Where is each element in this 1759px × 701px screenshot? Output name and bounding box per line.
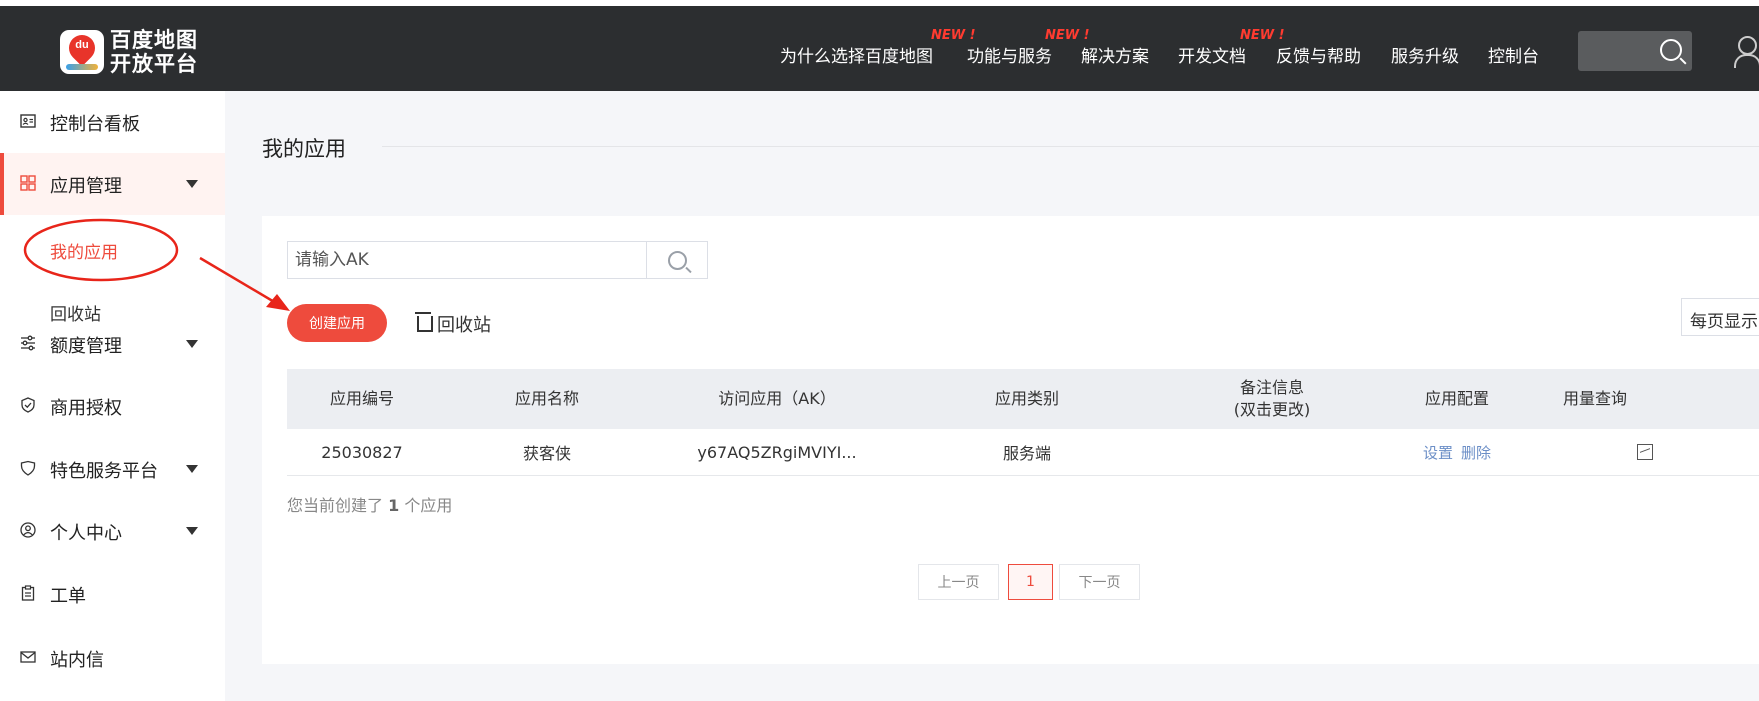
trash-icon xyxy=(415,312,433,332)
ak-search-input[interactable] xyxy=(287,241,647,279)
sliders-icon xyxy=(21,335,35,351)
new-badge: NEW ! xyxy=(1045,28,1090,43)
sidebar-item-console-dashboard[interactable]: 控制台看板 xyxy=(0,91,225,153)
col-app-name: 应用名称 xyxy=(514,389,579,408)
sidebar-sub-my-apps[interactable]: 我的应用 xyxy=(50,238,118,263)
clipboard-icon xyxy=(21,585,35,601)
sidebar-item-messages[interactable]: 站内信 xyxy=(0,627,225,689)
main-content: 我的应用 创建应用 回收站 每页显示 应用编号 应用名称 访问应用（AK） 应用… xyxy=(225,91,1759,701)
map-pin-logo-icon: du xyxy=(60,29,104,74)
nav-feedback-help[interactable]: 反馈与帮助 xyxy=(1276,42,1361,67)
page-title: 我的应用 xyxy=(262,137,346,161)
sidebar-item-personal-center[interactable]: 个人中心 xyxy=(0,500,225,562)
logo-text: 百度地图 开放平台 xyxy=(110,28,198,76)
search-icon xyxy=(668,251,687,270)
col-note: 备注信息 (双击更改) xyxy=(1233,378,1311,419)
nav-service-upgrade[interactable]: 服务升级 xyxy=(1391,42,1459,67)
title-divider xyxy=(382,146,1759,147)
cell-app-name: 获客侠 xyxy=(522,444,571,463)
next-page-button[interactable]: 下一页 xyxy=(1059,564,1140,600)
chevron-down-icon xyxy=(186,527,198,535)
create-app-button[interactable]: 创建应用 xyxy=(287,304,387,342)
col-usage-query: 用量查询 xyxy=(1562,389,1627,408)
page-1-button[interactable]: 1 xyxy=(1008,564,1053,600)
apps-card: 创建应用 回收站 每页显示 应用编号 应用名称 访问应用（AK） 应用类别 备注… xyxy=(262,216,1759,664)
ak-search-button[interactable] xyxy=(646,241,708,279)
sidebar-item-featured-services[interactable]: 特色服务平台 xyxy=(0,438,225,500)
global-search-box[interactable] xyxy=(1578,31,1692,71)
table-header: 应用编号 应用名称 访问应用（AK） 应用类别 备注信息 (双击更改) 应用配置… xyxy=(287,369,1759,429)
cell-note[interactable] xyxy=(1182,429,1362,475)
new-badge: NEW ! xyxy=(1240,28,1285,43)
sidebar: 控制台看板 应用管理 我的应用 回收站 额度管理 商用授权 特色服务平台 个人中… xyxy=(0,91,225,701)
sidebar-item-work-order[interactable]: 工单 xyxy=(0,563,225,625)
recycle-bin-link[interactable]: 回收站 xyxy=(415,311,491,337)
chevron-down-icon xyxy=(186,465,198,473)
nav-why-baidu-map[interactable]: 为什么选择百度地图 xyxy=(780,42,933,67)
usage-chart-icon[interactable] xyxy=(1637,444,1653,460)
new-badge: NEW ! xyxy=(931,28,976,43)
cell-ak[interactable]: y67AQ5ZRgiMVIYI... xyxy=(682,429,872,475)
mail-icon xyxy=(20,651,36,663)
user-icon[interactable] xyxy=(1734,36,1759,68)
id-card-icon xyxy=(20,114,36,128)
shield-check-icon xyxy=(21,397,35,413)
grid-icon xyxy=(20,175,36,191)
nav-dev-docs[interactable]: NEW ! 开发文档 xyxy=(1178,28,1285,67)
config-settings-link[interactable]: 设置 xyxy=(1423,442,1453,463)
nav-console[interactable]: 控制台 xyxy=(1488,42,1539,67)
table-row: 25030827 获客侠 y67AQ5ZRgiMVIYI... 服务端 设置 删… xyxy=(287,429,1759,476)
prev-page-button[interactable]: 上一页 xyxy=(918,564,999,600)
baidu-map-logo[interactable]: du 百度地图 开放平台 xyxy=(58,24,204,78)
cell-app-type: 服务端 xyxy=(1002,444,1051,463)
col-app-config: 应用配置 xyxy=(1424,389,1489,408)
sidebar-item-app-management[interactable]: 应用管理 xyxy=(0,153,225,215)
nav-features-services[interactable]: NEW ! 功能与服务 xyxy=(931,28,1052,67)
search-icon[interactable] xyxy=(1660,39,1682,61)
heart-shield-icon xyxy=(20,460,36,476)
per-page-select[interactable]: 每页显示 xyxy=(1681,298,1759,336)
col-app-type: 应用类别 xyxy=(994,389,1059,408)
cell-app-config: 设置 删除 xyxy=(1382,429,1532,475)
top-bar: du 百度地图 开放平台 为什么选择百度地图 NEW ! 功能与服务 NEW !… xyxy=(0,0,1759,91)
cell-app-id: 25030827 xyxy=(321,442,403,462)
cell-usage-query xyxy=(1615,429,1675,475)
col-ak: 访问应用（AK） xyxy=(718,389,836,408)
sidebar-item-quota-management[interactable]: 额度管理 xyxy=(0,313,225,375)
config-delete-link[interactable]: 删除 xyxy=(1461,442,1491,463)
nav-solutions[interactable]: NEW ! 解决方案 xyxy=(1045,28,1149,67)
sidebar-item-commercial-license[interactable]: 商用授权 xyxy=(0,375,225,437)
col-app-id: 应用编号 xyxy=(329,389,394,408)
chevron-down-icon xyxy=(186,340,198,348)
app-count-summary: 您当前创建了 1 个应用 xyxy=(287,496,453,515)
user-circle-icon xyxy=(20,522,36,538)
chevron-down-icon xyxy=(186,180,198,188)
